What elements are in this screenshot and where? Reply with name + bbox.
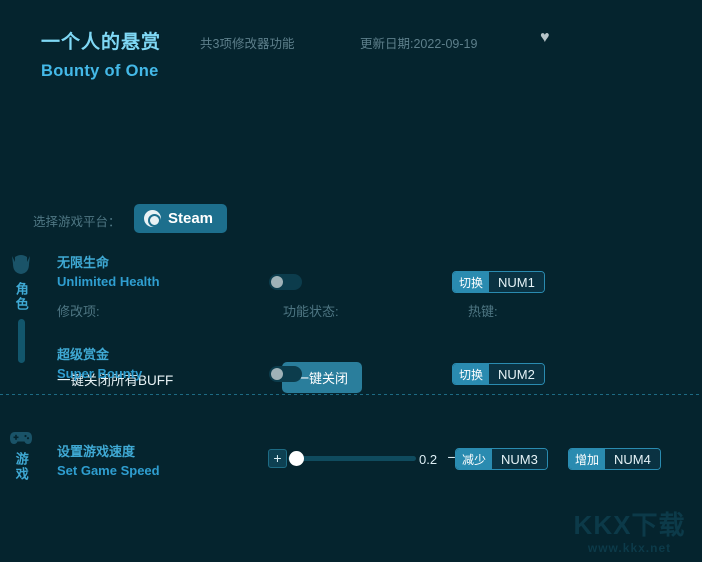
- speed-slider-track[interactable]: [288, 456, 416, 461]
- hotkey-speed-decrease[interactable]: 减少 NUM3: [455, 448, 548, 470]
- watermark-logo-text: KKX下载: [573, 510, 686, 540]
- hotkey-action-label: 切换: [453, 364, 490, 384]
- toggle-knob: [271, 368, 283, 380]
- hotkey-action-label: 切换: [453, 272, 490, 292]
- hotkey-super-bounty[interactable]: 切换 NUM2: [452, 363, 545, 385]
- feature-count-label: 共3项修改器功能: [200, 37, 295, 51]
- cheat-name-group: 超级赏金 Super Bounty: [57, 346, 142, 384]
- column-headers: 修改项: 功能状态: 热键:: [0, 140, 702, 319]
- page-header: 一个人的悬赏 共3项修改器功能 更新日期:2022-09-19 ♥ Bounty…: [0, 0, 702, 95]
- cheat-name-group: 设置游戏速度 Set Game Speed: [57, 443, 160, 481]
- platform-selector-row: 选择游戏平台： Steam: [0, 95, 702, 233]
- hotkey-key-label: NUM4: [605, 449, 660, 469]
- cheat-row-unlimited-health: 无限生命 Unlimited Health 切换 NUM1: [0, 248, 702, 312]
- heart-icon[interactable]: ♥: [540, 30, 550, 46]
- cheat-name-cn: 无限生命: [57, 255, 110, 270]
- cheat-name-group: 无限生命 Unlimited Health: [57, 254, 160, 292]
- game-title-en: Bounty of One: [41, 62, 159, 80]
- cheat-name-en: Set Game Speed: [57, 462, 160, 478]
- hotkey-unlimited-health[interactable]: 切换 NUM1: [452, 271, 545, 293]
- speed-slider-knob[interactable]: [289, 451, 304, 466]
- toggle-super-bounty[interactable]: [269, 366, 302, 382]
- cheat-name-cn: 超级赏金: [57, 347, 110, 362]
- hotkey-key-label: NUM3: [492, 449, 547, 469]
- speed-value-label: 0.2: [419, 452, 438, 467]
- cheat-name-cn: 设置游戏速度: [57, 444, 136, 459]
- hotkey-action-label: 增加: [569, 449, 606, 469]
- update-date-label: 更新日期:2022-09-19: [360, 37, 478, 51]
- hotkey-key-label: NUM2: [489, 364, 544, 384]
- toggle-unlimited-health[interactable]: [269, 274, 302, 290]
- speed-increase-step-button[interactable]: +: [268, 449, 287, 468]
- hotkey-action-label: 减少: [456, 449, 493, 469]
- master-disable-row: 一键关闭所有BUFF 一键关闭: [0, 174, 702, 393]
- cheat-name-en: Super Bounty: [57, 365, 143, 381]
- watermark-url-text: www.kkx.net: [587, 541, 672, 555]
- site-watermark: KKX下载 www.kkx.net: [567, 512, 692, 555]
- hotkey-speed-increase[interactable]: 增加 NUM4: [568, 448, 661, 470]
- section-character: 角色 无限生命 Unlimited Health 切换 NUM1 超级赏金 Su…: [0, 248, 702, 394]
- section-divider: [0, 394, 702, 395]
- toggle-knob: [271, 276, 283, 288]
- hotkey-key-label: NUM1: [489, 272, 544, 292]
- cheat-name-en: Unlimited Health: [57, 273, 160, 289]
- game-title-cn: 一个人的悬赏: [41, 32, 162, 53]
